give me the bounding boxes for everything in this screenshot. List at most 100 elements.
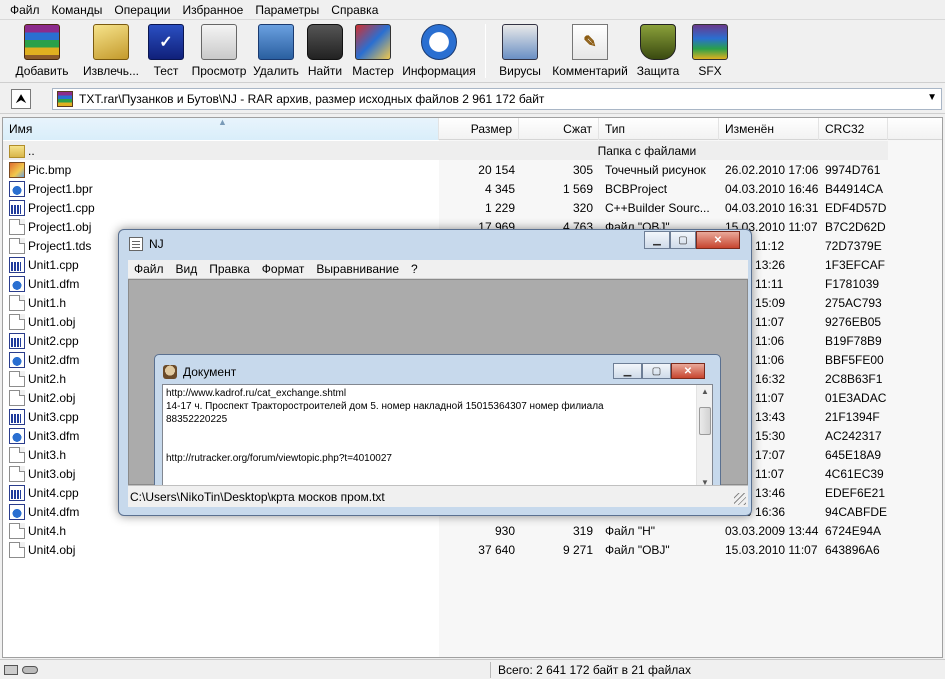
- file-size: 930: [494, 523, 515, 538]
- toolbar-button-0[interactable]: Добавить: [6, 20, 78, 82]
- table-row[interactable]: Unit4.h 930 319 Файл "H" 03.03.2009 13:44 672…: [3, 521, 942, 540]
- table-row[interactable]: Project1.cpp 1 229 320 C++Builder Sourc... 0…: [3, 198, 942, 217]
- file-size: 1 229: [484, 200, 515, 215]
- column-header-name[interactable]: Имя ▲: [3, 118, 439, 140]
- toolbar-button-8[interactable]: Вирусы: [491, 20, 549, 82]
- file-size: 4 345: [484, 181, 515, 196]
- menu-item-0[interactable]: Файл: [4, 0, 46, 20]
- up-folder-button[interactable]: ⮝: [11, 88, 31, 109]
- table-row[interactable]: Project1.bpr 4 345 1 569 BCBProject 04.03.20…: [3, 179, 942, 198]
- doc-file-icon: [9, 370, 25, 387]
- bpr-file-icon: [9, 503, 25, 520]
- file-crc: 9276EB05: [825, 314, 882, 329]
- scroll-up-icon[interactable]: ▲: [697, 385, 712, 399]
- status-bar: Всего: 2 641 172 байт в 21 файлах: [0, 659, 945, 679]
- doc-file-icon: [9, 313, 25, 330]
- close-icon: ✕: [713, 234, 723, 246]
- file-crc: 72D7379E: [825, 238, 882, 253]
- file-type: Точечный рисунок: [605, 162, 706, 177]
- file-crc: 1F3EFCAF: [825, 257, 886, 272]
- archive-path-field[interactable]: TXT.rar\Пузанков и Бутов\NJ - RAR архив,…: [52, 88, 942, 110]
- cpp-file-icon: [9, 256, 25, 273]
- column-header-type[interactable]: Тип: [599, 118, 719, 140]
- doc-file-icon: [9, 294, 25, 311]
- vertical-scrollbar[interactable]: ▲ ▼: [696, 385, 712, 490]
- menu-item-3[interactable]: Избранное: [177, 0, 250, 20]
- file-name: Unit4.cpp: [28, 485, 79, 500]
- main-menu-bar: Файл Команды Операции Избранное Параметры Спр…: [0, 0, 945, 20]
- menu-item-4[interactable]: Параметры: [249, 0, 325, 20]
- table-row[interactable]: Pic.bmp 20 154 305 Точечный рисунок 26.02.20…: [3, 160, 942, 179]
- menu-item-2[interactable]: Операции: [108, 0, 176, 20]
- toolbar-button-4[interactable]: Удалить: [250, 20, 302, 82]
- file-name: Unit4.dfm: [28, 504, 80, 519]
- toolbar: Добавить Извлечь... ✓ Тест Просмотр Удалить На…: [0, 20, 945, 83]
- parent-folder-row[interactable]: .. Папка с файлами: [3, 141, 888, 160]
- close-button[interactable]: ✕: [696, 231, 740, 249]
- column-header-crc[interactable]: CRC32: [819, 118, 888, 140]
- nj-menu-item-2[interactable]: Правка: [203, 260, 256, 279]
- nj-menu-item-3[interactable]: Формат: [256, 260, 311, 279]
- toolbar-button-10[interactable]: Защита: [631, 20, 685, 82]
- file-size: 37 640: [478, 542, 515, 557]
- toolbar-button-1[interactable]: Извлечь...: [78, 20, 144, 82]
- file-crc: 21F1394F: [825, 409, 880, 424]
- file-name: Unit1.cpp: [28, 257, 79, 272]
- doc-maximize-button[interactable]: ▢: [642, 363, 671, 379]
- document-text-area[interactable]: http://www.kadrof.ru/cat_exchange.shtml …: [162, 384, 713, 491]
- column-header-size[interactable]: Размер: [439, 118, 519, 140]
- column-header-packed[interactable]: Сжат: [519, 118, 599, 140]
- file-modified: 04.03.2010 16:31: [725, 200, 819, 215]
- file-crc: 4C61EC39: [825, 466, 884, 481]
- doc-close-button[interactable]: ✕: [671, 363, 705, 379]
- chevron-down-icon[interactable]: ▼: [927, 92, 937, 103]
- comment-icon: ✎: [572, 24, 608, 60]
- toolbar-button-label: Добавить: [15, 64, 69, 78]
- notepad-icon: [129, 237, 143, 251]
- doc-file-icon: [9, 237, 25, 254]
- toolbar-button-2[interactable]: ✓ Тест: [144, 20, 188, 82]
- menu-item-1[interactable]: Команды: [46, 0, 109, 20]
- add-archive-icon: [24, 24, 60, 60]
- doc-file-icon: [9, 218, 25, 235]
- toolbar-button-7[interactable]: i Информация: [398, 20, 480, 82]
- file-name: Unit1.h: [28, 295, 67, 310]
- maximize-icon: ▢: [678, 234, 688, 246]
- file-modified: 15.03.2010 11:07: [725, 542, 818, 557]
- column-header-modified[interactable]: Изменён: [719, 118, 819, 140]
- file-name: Unit3.obj: [28, 466, 76, 481]
- resize-grip-icon[interactable]: [734, 493, 746, 505]
- file-crc: 94CABFDE: [825, 504, 888, 519]
- nj-menu-item-1[interactable]: Вид: [170, 260, 204, 279]
- toolbar-button-9[interactable]: ✎ Комментарий: [549, 20, 631, 82]
- nj-menu-item-5[interactable]: ?: [405, 260, 424, 279]
- toolbar-button-label: Найти: [307, 64, 343, 78]
- nj-menu-item-0[interactable]: Файл: [128, 260, 170, 279]
- table-row[interactable]: Unit4.obj 37 640 9 271 Файл "OBJ" 15.03.2010…: [3, 540, 942, 559]
- file-crc: 9974D761: [825, 162, 881, 177]
- toolbar-button-11[interactable]: SFX: [685, 20, 735, 82]
- virus-scan-icon: [502, 24, 538, 60]
- delete-icon: [258, 24, 294, 60]
- toolbar-button-3[interactable]: Просмотр: [188, 20, 250, 82]
- toolbar-button-6[interactable]: Мастер: [348, 20, 398, 82]
- test-icon: ✓: [148, 24, 184, 60]
- file-type: Папка с файлами: [597, 143, 697, 158]
- menu-item-5[interactable]: Справка: [325, 0, 384, 20]
- nj-status-bar: C:\Users\NikoTin\Desktop\крта москов про…: [128, 485, 748, 507]
- minimize-icon: ▁: [653, 234, 661, 246]
- drive-icon[interactable]: [4, 664, 18, 675]
- file-crc: 645E18A9: [825, 447, 882, 462]
- toolbar-button-5[interactable]: Найти: [302, 20, 348, 82]
- status-total-text: Всего: 2 641 172 байт в 21 файлах: [498, 663, 691, 677]
- file-type: BCBProject: [605, 181, 668, 196]
- key-icon[interactable]: [22, 665, 38, 674]
- doc-minimize-button[interactable]: ▁: [613, 363, 642, 379]
- nj-menu-item-4[interactable]: Выравнивание: [310, 260, 405, 279]
- nj-menu-bar: Файл Вид Правка Формат Выравнивание?: [128, 260, 748, 279]
- minimize-button[interactable]: ▁: [644, 231, 670, 249]
- sfx-icon: [692, 24, 728, 60]
- scroll-thumb[interactable]: [699, 407, 711, 435]
- nj-window-title: NJ: [149, 237, 164, 251]
- maximize-button[interactable]: ▢: [670, 231, 696, 249]
